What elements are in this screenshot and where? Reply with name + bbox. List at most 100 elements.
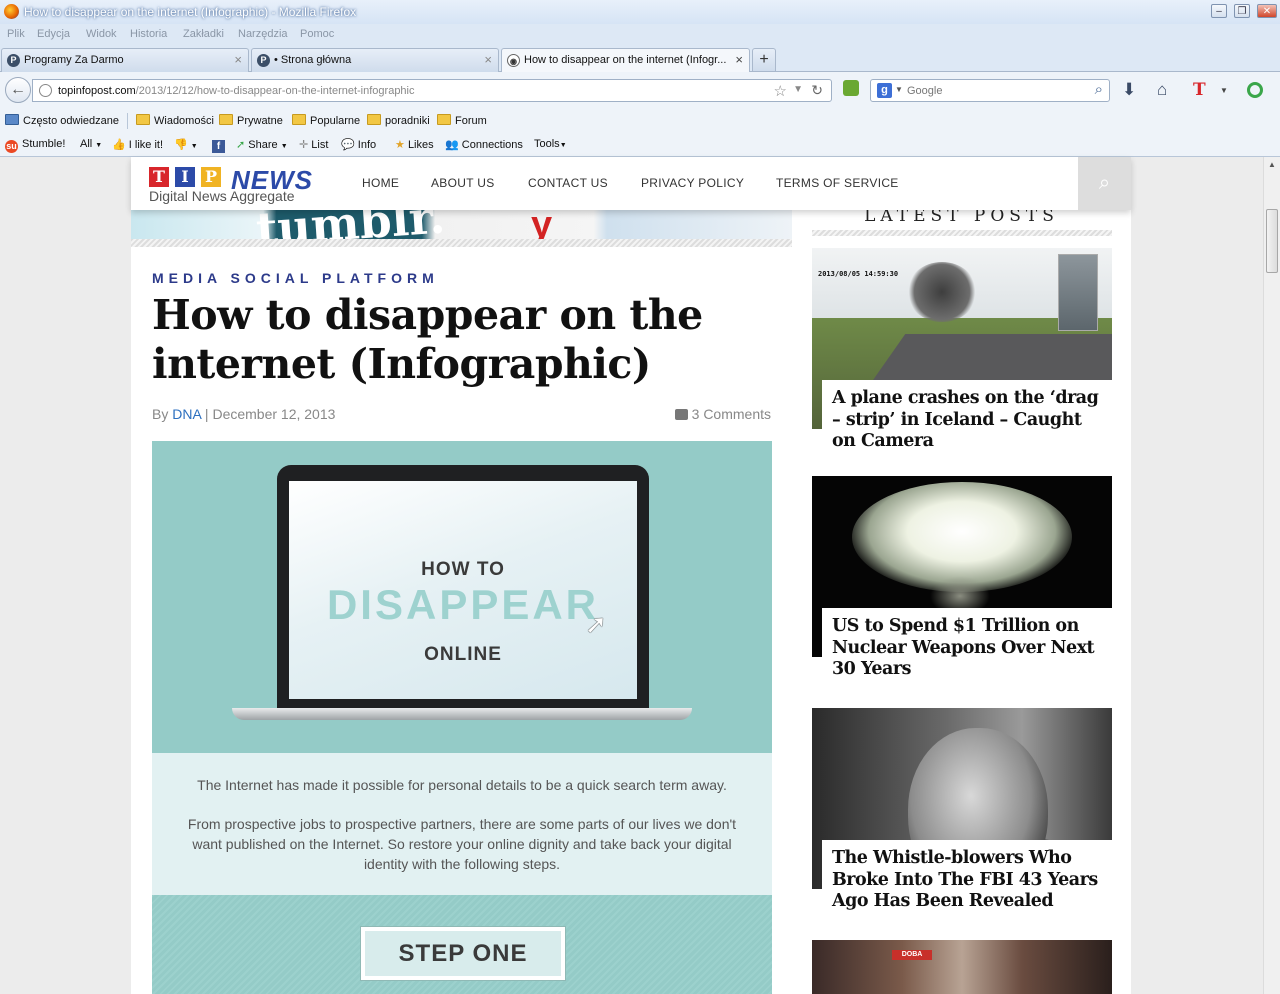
- post-title[interactable]: A plane crashes on the ‘drag – strip’ in…: [822, 380, 1112, 451]
- logo-tagline: Digital News Aggregate: [149, 188, 295, 204]
- inset-photo: [1058, 254, 1098, 331]
- tab-close-icon[interactable]: ×: [234, 52, 242, 67]
- nav-home[interactable]: HOME: [362, 176, 399, 190]
- tab-label: How to disappear on the internet (Infogr…: [524, 54, 727, 66]
- stumbleupon-icon: su: [5, 140, 18, 153]
- bookmark-poradniki[interactable]: poradniki: [367, 114, 430, 127]
- logo-letter-p: P: [201, 167, 221, 187]
- facebook-icon: f: [212, 140, 225, 153]
- t-addon-icon[interactable]: T: [1193, 80, 1206, 100]
- bookmark-prywatne[interactable]: Prywatne: [219, 114, 283, 127]
- site-search-button[interactable]: ⌕: [1078, 157, 1131, 210]
- thumbs-down-icon: 👎: [174, 139, 188, 151]
- site-favicon-icon: P: [257, 54, 270, 67]
- navigation-toolbar: ← topinfopost.com/2013/12/12/how-to-disa…: [0, 72, 1280, 109]
- bookmark-star-icon[interactable]: ☆: [774, 82, 787, 100]
- eye-favicon-icon: ◉: [507, 54, 520, 67]
- stumbleupon-toolbar: su Stumble! All ▼ 👍 I like it! 👎 ▼ f ➚ Sh…: [0, 133, 1280, 157]
- window-titlebar: How to disappear on the internet (Infogr…: [0, 0, 1280, 25]
- menu-history[interactable]: Historia: [130, 28, 167, 40]
- step-one-label: STEP ONE: [361, 927, 565, 980]
- window-title: How to disappear on the internet (Infogr…: [24, 5, 357, 19]
- smoke: [907, 262, 977, 322]
- nav-terms-of-service[interactable]: TERMS OF SERVICE: [776, 176, 899, 190]
- logo-letter-i: I: [175, 167, 195, 187]
- bookmark-wiadomosci[interactable]: Wiadomości: [136, 114, 214, 127]
- engine-dropdown-icon[interactable]: ▼: [895, 85, 903, 94]
- stumble-button[interactable]: su Stumble!: [5, 138, 65, 153]
- close-window-button[interactable]: ✕: [1257, 4, 1277, 18]
- bookmark-popularne[interactable]: Popularne: [292, 114, 360, 127]
- sidebar: LATEST POSTS 2013/08/05 14:59:30 A plane…: [792, 206, 1131, 994]
- menu-tools[interactable]: Narzędzia: [238, 28, 288, 40]
- tab-close-icon[interactable]: ×: [484, 52, 492, 67]
- infographic-intro: The Internet has made it possible for pe…: [152, 753, 772, 895]
- nav-privacy-policy[interactable]: PRIVACY POLICY: [641, 176, 744, 190]
- facebook-button[interactable]: f: [212, 138, 225, 153]
- scrollbar-thumb[interactable]: [1266, 209, 1278, 273]
- tab-strona-glowna[interactable]: P • Strona główna ×: [251, 48, 499, 72]
- download-icon[interactable]: ⬇: [1122, 80, 1136, 100]
- search-icon[interactable]: ⌕: [1095, 81, 1103, 98]
- hero-image: tumblr. y: [131, 210, 792, 239]
- url-dropdown-icon[interactable]: ▼: [793, 84, 803, 95]
- thumbs-up-icon: 👍: [112, 139, 126, 151]
- minimize-button[interactable]: –: [1211, 4, 1227, 18]
- article-title: How to disappear on the internet (Infogr…: [152, 291, 703, 388]
- bookmark-forum[interactable]: Forum: [437, 114, 487, 127]
- post-title[interactable]: The Whistle-blowers Who Broke Into The F…: [822, 840, 1112, 911]
- star-icon: ★: [395, 139, 405, 151]
- green-addon-icon[interactable]: [1247, 82, 1263, 98]
- stumble-all-dropdown[interactable]: All ▼: [80, 138, 102, 150]
- article-date: December 12, 2013: [212, 406, 336, 422]
- tools-dropdown[interactable]: Tools▼: [534, 138, 567, 150]
- tab-current-article[interactable]: ◉ How to disappear on the internet (Info…: [501, 48, 750, 73]
- frequent-icon: [5, 114, 19, 125]
- page-scrollbar[interactable]: ▲: [1263, 157, 1280, 994]
- comments-link[interactable]: 3 Comments: [674, 406, 771, 422]
- laptop-illustration: HOW TO DISAPPEAR ONLINE ➚: [277, 465, 649, 708]
- post-thumbnail[interactable]: DOBA: [812, 940, 1112, 994]
- info-button[interactable]: 💬 Info: [341, 138, 376, 151]
- back-button[interactable]: ←: [5, 77, 31, 103]
- site-header: T I P NEWS Digital News Aggregate HOME A…: [131, 157, 1131, 210]
- site-logo[interactable]: T I P NEWS Digital News Aggregate: [149, 165, 329, 205]
- search-box[interactable]: g ▼ Google ⌕: [870, 79, 1110, 102]
- article-category[interactable]: MEDIA SOCIAL PLATFORM: [152, 270, 439, 286]
- menu-edit[interactable]: Edycja: [37, 28, 70, 40]
- new-tab-button[interactable]: +: [752, 48, 776, 71]
- hero-yelp-text: y: [531, 210, 553, 239]
- hatch-divider: [131, 239, 792, 247]
- post-title[interactable]: US to Spend $1 Trillion on Nuclear Weapo…: [822, 608, 1112, 679]
- t-addon-dropdown-icon[interactable]: ▼: [1220, 86, 1228, 95]
- scroll-up-arrow-icon[interactable]: ▲: [1264, 157, 1280, 173]
- i-like-it-button[interactable]: 👍 I like it!: [112, 138, 163, 151]
- url-text[interactable]: topinfopost.com/2013/12/12/how-to-disapp…: [58, 85, 415, 97]
- menu-help[interactable]: Pomoc: [300, 28, 334, 40]
- maximize-button[interactable]: ❐: [1234, 4, 1250, 18]
- reload-icon[interactable]: ↻: [811, 82, 823, 99]
- list-button[interactable]: ✛ List: [299, 138, 328, 151]
- author-link[interactable]: DNA: [172, 406, 201, 422]
- share-icon: ➚: [236, 139, 246, 151]
- menu-bookmarks[interactable]: Zakładki: [183, 28, 224, 40]
- nav-about-us[interactable]: ABOUT US: [431, 176, 495, 190]
- folder-icon: [437, 114, 451, 125]
- addon-icon[interactable]: [843, 80, 859, 96]
- home-icon[interactable]: ⌂: [1157, 80, 1167, 100]
- search-icon: ⌕: [1098, 172, 1111, 194]
- tab-programy[interactable]: P Programy Za Darmo ×: [1, 48, 249, 72]
- connections-button[interactable]: 👥 Connections: [445, 138, 523, 151]
- likes-button[interactable]: ★ Likes: [395, 138, 434, 151]
- cursor-icon: ➚: [585, 609, 607, 639]
- bookmark-czesto[interactable]: Często odwiedzane: [5, 114, 119, 127]
- menu-view[interactable]: Widok: [86, 28, 117, 40]
- url-bar[interactable]: topinfopost.com/2013/12/12/how-to-disapp…: [32, 79, 832, 102]
- share-dropdown[interactable]: ➚ Share ▼: [236, 138, 288, 151]
- video-timestamp: 2013/08/05 14:59:30: [818, 270, 899, 278]
- thumbs-down-button[interactable]: 👎 ▼: [174, 138, 198, 151]
- tab-close-icon[interactable]: ×: [735, 52, 743, 67]
- nav-contact-us[interactable]: CONTACT US: [528, 176, 608, 190]
- tab-label: • Strona główna: [274, 54, 352, 66]
- menu-file[interactable]: Plik: [7, 28, 25, 40]
